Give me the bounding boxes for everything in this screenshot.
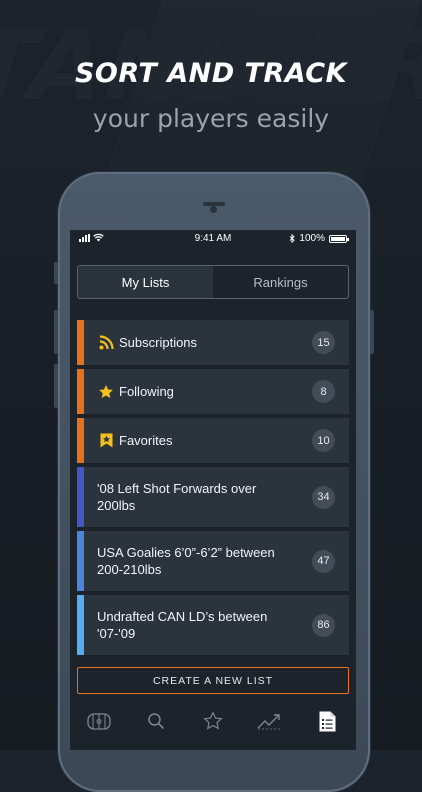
list-item-count: 15 [312,331,335,354]
promo-headline: SORT AND TRACK [74,58,348,89]
list-type-segmented-control: My Lists Rankings [77,265,349,299]
phone-mute-switch [54,262,58,284]
create-new-list-button[interactable]: CREATE A NEW LIST [77,667,349,694]
phone-power-button [370,310,374,354]
trending-icon [257,714,283,730]
rink-icon [86,712,111,730]
battery-percent: 100% [299,233,325,244]
list-item-label: Subscriptions [119,335,198,350]
list-item-count: 34 [312,485,335,509]
tab-trending[interactable] [255,707,285,735]
tab-rink[interactable] [84,707,114,735]
bottom-tab-bar [70,702,356,750]
search-icon [148,713,164,730]
status-right: 100% [289,233,349,244]
list-item-label: USA Goalies 6’0”-6’2” between 200-210lbs [97,545,275,577]
tab-my-lists[interactable]: My Lists [78,266,213,298]
list-accent-bar [77,369,84,414]
list-accent-bar [77,418,84,463]
status-bar: 9:41 AM 100% [70,230,356,248]
tab-favorites[interactable] [198,707,228,735]
battery-fill [331,236,345,241]
list-accent-bar [77,595,84,655]
phone-speaker [203,202,225,206]
phone-front-camera [210,206,217,213]
list-item-label: Favorites [119,433,173,448]
promo-subhead: your players easily [92,104,330,133]
list-item-label: Undrafted CAN LD’s between '07-'09 [97,609,268,641]
tab-search[interactable] [141,707,171,735]
player-lists: Subscriptions 15 Following 8 Favorites 1… [77,320,349,659]
list-item-count: 86 [312,613,335,637]
bookmark-star-icon [97,432,115,450]
list-item-label: '08 Left Shot Forwards over 200lbs [97,481,257,513]
star-outline-icon [203,711,223,730]
list-item-custom[interactable]: Undrafted CAN LD’s between '07-'09 86 [77,595,349,655]
battery-icon [329,234,349,243]
app-screen: 9:41 AM 100% My Lists Rankings Subscript… [70,230,356,750]
list-item-count: 47 [312,549,335,573]
list-accent-bar [77,467,84,527]
bluetooth-icon [290,234,296,243]
list-item-following[interactable]: Following 8 [77,369,349,414]
phone-frame: 9:41 AM 100% My Lists Rankings Subscript… [54,172,374,792]
list-accent-bar [77,531,84,591]
list-accent-bar [77,320,84,365]
tab-lists[interactable] [312,707,342,735]
list-item-subscriptions[interactable]: Subscriptions 15 [77,320,349,365]
list-item-count: 8 [312,380,335,403]
list-item-count: 10 [312,429,335,452]
list-item-custom[interactable]: USA Goalies 6’0”-6’2” between 200-210lbs… [77,531,349,591]
phone-volume-down [54,364,58,408]
star-icon [97,383,115,401]
tab-rankings[interactable]: Rankings [213,266,348,298]
phone-volume-up [54,310,58,354]
list-item-favorites[interactable]: Favorites 10 [77,418,349,463]
list-item-custom[interactable]: '08 Left Shot Forwards over 200lbs 34 [77,467,349,527]
rss-icon [97,334,115,352]
list-document-icon [319,711,336,731]
list-item-label: Following [119,384,174,399]
